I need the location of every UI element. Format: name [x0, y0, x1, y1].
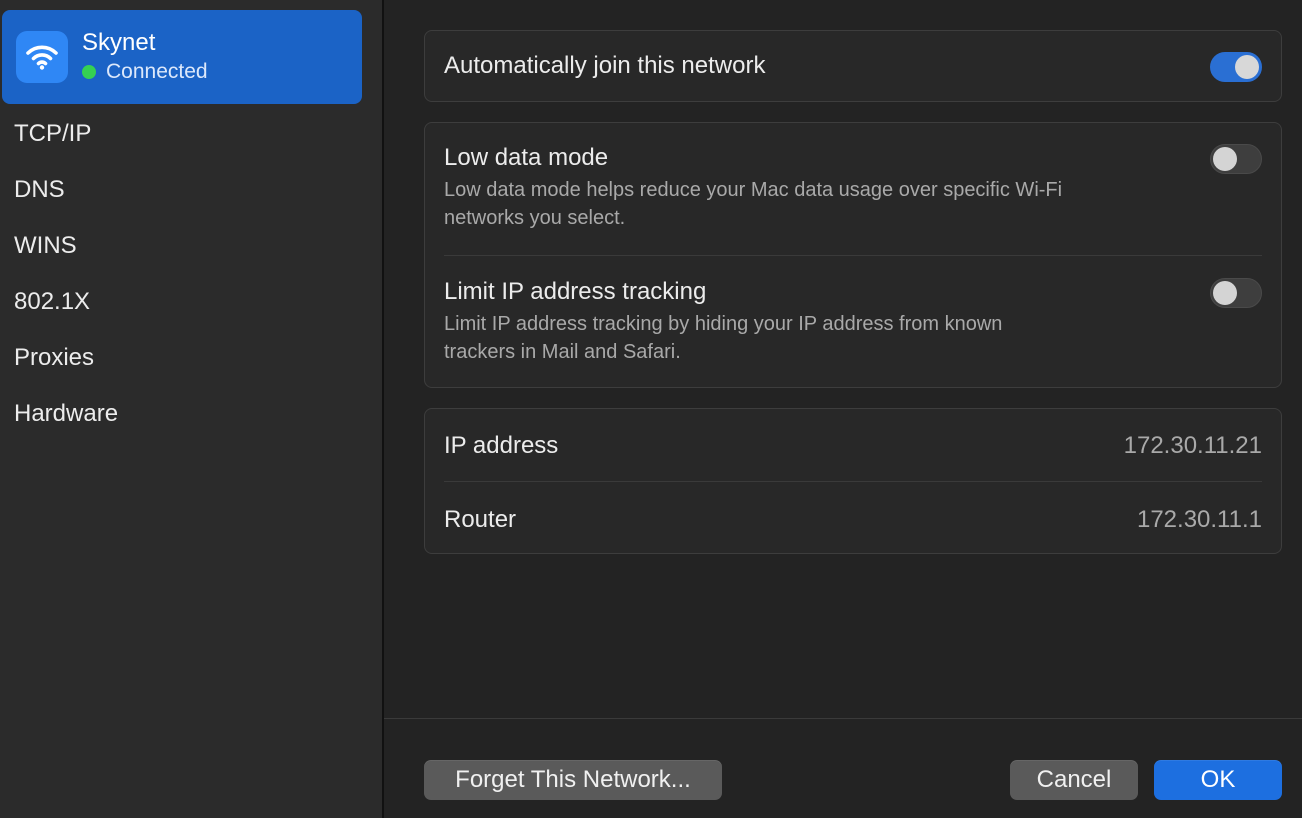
toggle-knob — [1235, 55, 1259, 79]
sidebar-nav: TCP/IP DNS WINS 802.1X Proxies Hardware — [2, 106, 380, 442]
wifi-icon — [16, 31, 68, 83]
toggle-knob — [1213, 281, 1237, 305]
sidebar-item-8021x[interactable]: 802.1X — [2, 274, 380, 330]
connected-status-dot-icon — [82, 65, 96, 79]
low-data-description-line1: Low data mode helps reduce your Mac data… — [444, 179, 1063, 201]
router-value: 172.30.11.1 — [1136, 506, 1262, 533]
low-data-toggle[interactable] — [1210, 144, 1262, 174]
network-text: Skynet Connected — [82, 28, 208, 86]
ip-address-label: IP address — [444, 432, 559, 459]
network-status: Connected — [82, 58, 208, 86]
low-data-label: Low data mode — [444, 144, 609, 171]
sidebar-item-proxies[interactable]: Proxies — [2, 330, 380, 386]
footer-divider — [384, 718, 1302, 719]
forget-network-button[interactable]: Forget This Network... — [424, 760, 722, 800]
sidebar: Skynet Connected TCP/IP DNS WINS 802.1X … — [0, 0, 382, 818]
ip-address-row: IP address 172.30.11.21 — [444, 429, 1262, 463]
limit-ip-row: Limit IP address tracking Limit IP addre… — [444, 278, 1204, 366]
auto-join-label: Automatically join this network — [444, 52, 766, 79]
toggle-knob — [1213, 147, 1237, 171]
network-status-text: Connected — [106, 60, 208, 83]
sidebar-item-dns[interactable]: DNS — [2, 162, 380, 218]
cancel-button[interactable]: Cancel — [1010, 760, 1138, 800]
limit-ip-description-line1: Limit IP address tracking by hiding your… — [444, 313, 1003, 335]
network-details-window: Skynet Connected TCP/IP DNS WINS 802.1X … — [0, 0, 1302, 818]
low-data-description-line2: networks you select. — [444, 207, 626, 229]
auto-join-card: Automatically join this network — [424, 30, 1282, 102]
limit-ip-description-line2: trackers in Mail and Safari. — [444, 341, 681, 363]
row-separator — [444, 255, 1262, 256]
ip-address-value: 172.30.11.21 — [1123, 432, 1262, 459]
sidebar-network-skynet[interactable]: Skynet Connected — [2, 10, 362, 104]
sidebar-item-tcpip[interactable]: TCP/IP — [2, 106, 380, 162]
network-name: Skynet — [82, 29, 156, 56]
privacy-card: Low data mode Low data mode helps reduce… — [424, 122, 1282, 388]
limit-ip-toggle[interactable] — [1210, 278, 1262, 308]
auto-join-toggle[interactable] — [1210, 52, 1262, 82]
sidebar-item-hardware[interactable]: Hardware — [2, 386, 380, 442]
limit-ip-label: Limit IP address tracking — [444, 278, 707, 305]
router-row: Router 172.30.11.1 — [444, 503, 1262, 537]
ok-button[interactable]: OK — [1154, 760, 1282, 800]
row-separator — [444, 481, 1262, 482]
network-info-card: IP address 172.30.11.21 Router 172.30.11… — [424, 408, 1282, 554]
sidebar-item-wins[interactable]: WINS — [2, 218, 380, 274]
low-data-row: Low data mode Low data mode helps reduce… — [444, 144, 1204, 232]
main-panel: Automatically join this network Low data… — [384, 0, 1302, 818]
router-label: Router — [444, 506, 517, 533]
